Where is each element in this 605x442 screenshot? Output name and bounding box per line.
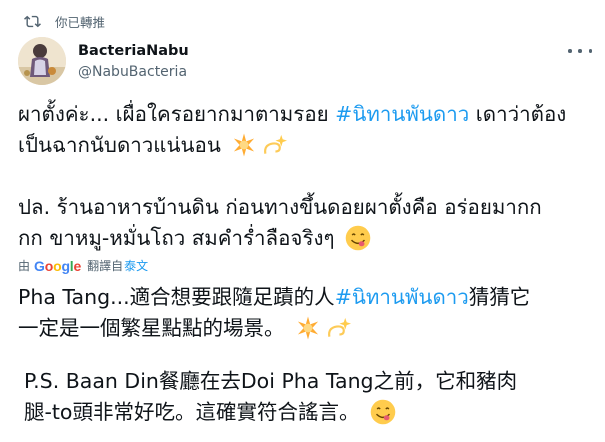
dizzy-emoji	[328, 317, 352, 337]
translated-line: Pha Tang...適合想要跟隨足蹟的人#นิทานพันดาว猜猜它	[18, 282, 598, 313]
dot	[568, 49, 572, 53]
glowing-star-emoji	[297, 316, 319, 340]
tweet-text-segment: เดาว่าต้อง	[469, 102, 567, 126]
source-language-link[interactable]: 泰文	[124, 257, 148, 274]
tweet-line: เป็นฉากนับดาวแน่นอน	[18, 130, 593, 161]
translated-by-label: 由	[18, 259, 31, 273]
retweet-indicator[interactable]: 你已轉推	[24, 12, 105, 31]
more-options-icon[interactable]	[568, 44, 592, 58]
dizzy-emoji	[264, 134, 288, 154]
tweet-line: ปล. ร้านอาหารบ้านดิน ก่อนทางขึ้นดอยผาตั้…	[18, 192, 593, 223]
translated-line: P.S. Baan Din餐廳在去Doi Pha Tang之前，它和豬肉 腿-t…	[18, 366, 598, 428]
translated-segment: 腿-to頭非常好吃。這確實符合謠言。	[24, 400, 360, 424]
dot	[578, 49, 582, 53]
translated-segment: P.S. Baan Din餐廳在去Doi Pha Tang之前，它和豬肉	[24, 369, 518, 393]
tweet-line: กก ขาหมู-หมั่นโถว สมคำร่ำลือจริงๆ	[18, 223, 593, 254]
hashtag-link[interactable]: #นิทานพันดาว	[335, 285, 469, 309]
user-info[interactable]: BacteriaNabu @NabuBacteria	[78, 42, 189, 82]
tweet-text: ผาตั้งค่ะ... เผื่อใครอยากมาตามรอย #นิทาน…	[18, 99, 593, 254]
retweet-icon	[24, 15, 41, 28]
face-savoring-food-emoji	[345, 225, 371, 251]
tweet-text-segment: ผาตั้งค่ะ... เผื่อใครอยากมาตามรอย	[18, 102, 336, 126]
tweet-text-segment: ปล. ร้านอาหารบ้านดิน ก่อนทางขึ้นดอยผาตั้…	[18, 195, 542, 219]
tweet: 你已轉推 BacteriaNabu @NabuBacteria ผาตั้งค่…	[0, 0, 605, 442]
translated-segment: 一定是一個繁星點點的場景。	[18, 316, 285, 340]
glowing-star-emoji	[234, 133, 255, 157]
translation-attribution: 由 Google 翻譯自 泰文	[18, 257, 148, 274]
dot	[588, 49, 592, 53]
hashtag-link[interactable]: #นิทานพันดาว	[335, 102, 469, 126]
translated-segment: 猜猜它	[468, 285, 531, 309]
google-logo: Google	[34, 257, 82, 274]
avatar-image	[18, 37, 66, 85]
avatar[interactable]	[18, 37, 66, 85]
tweet-line: ผาตั้งค่ะ... เผื่อใครอยากมาตามรอย #นิทาน…	[18, 99, 593, 130]
translated-text: Pha Tang...適合想要跟隨足蹟的人#นิทานพันดาว猜猜它 一定是…	[18, 282, 598, 428]
tweet-text-segment: กก ขาหมู-หมั่นโถว สมคำร่ำลือจริงๆ	[18, 226, 335, 250]
tweet-text-segment: เป็นฉากนับดาวแน่นอน	[18, 133, 221, 157]
face-savoring-food-emoji	[370, 399, 396, 425]
translated-segment: Pha Tang...適合想要跟隨足蹟的人	[18, 285, 335, 309]
retweet-label: 你已轉推	[55, 15, 106, 30]
translated-line: 一定是一個繁星點點的場景。	[18, 313, 598, 344]
translated-from-label: 翻譯自	[87, 259, 124, 273]
display-name[interactable]: BacteriaNabu	[78, 42, 189, 60]
user-handle[interactable]: @NabuBacteria	[78, 62, 189, 82]
